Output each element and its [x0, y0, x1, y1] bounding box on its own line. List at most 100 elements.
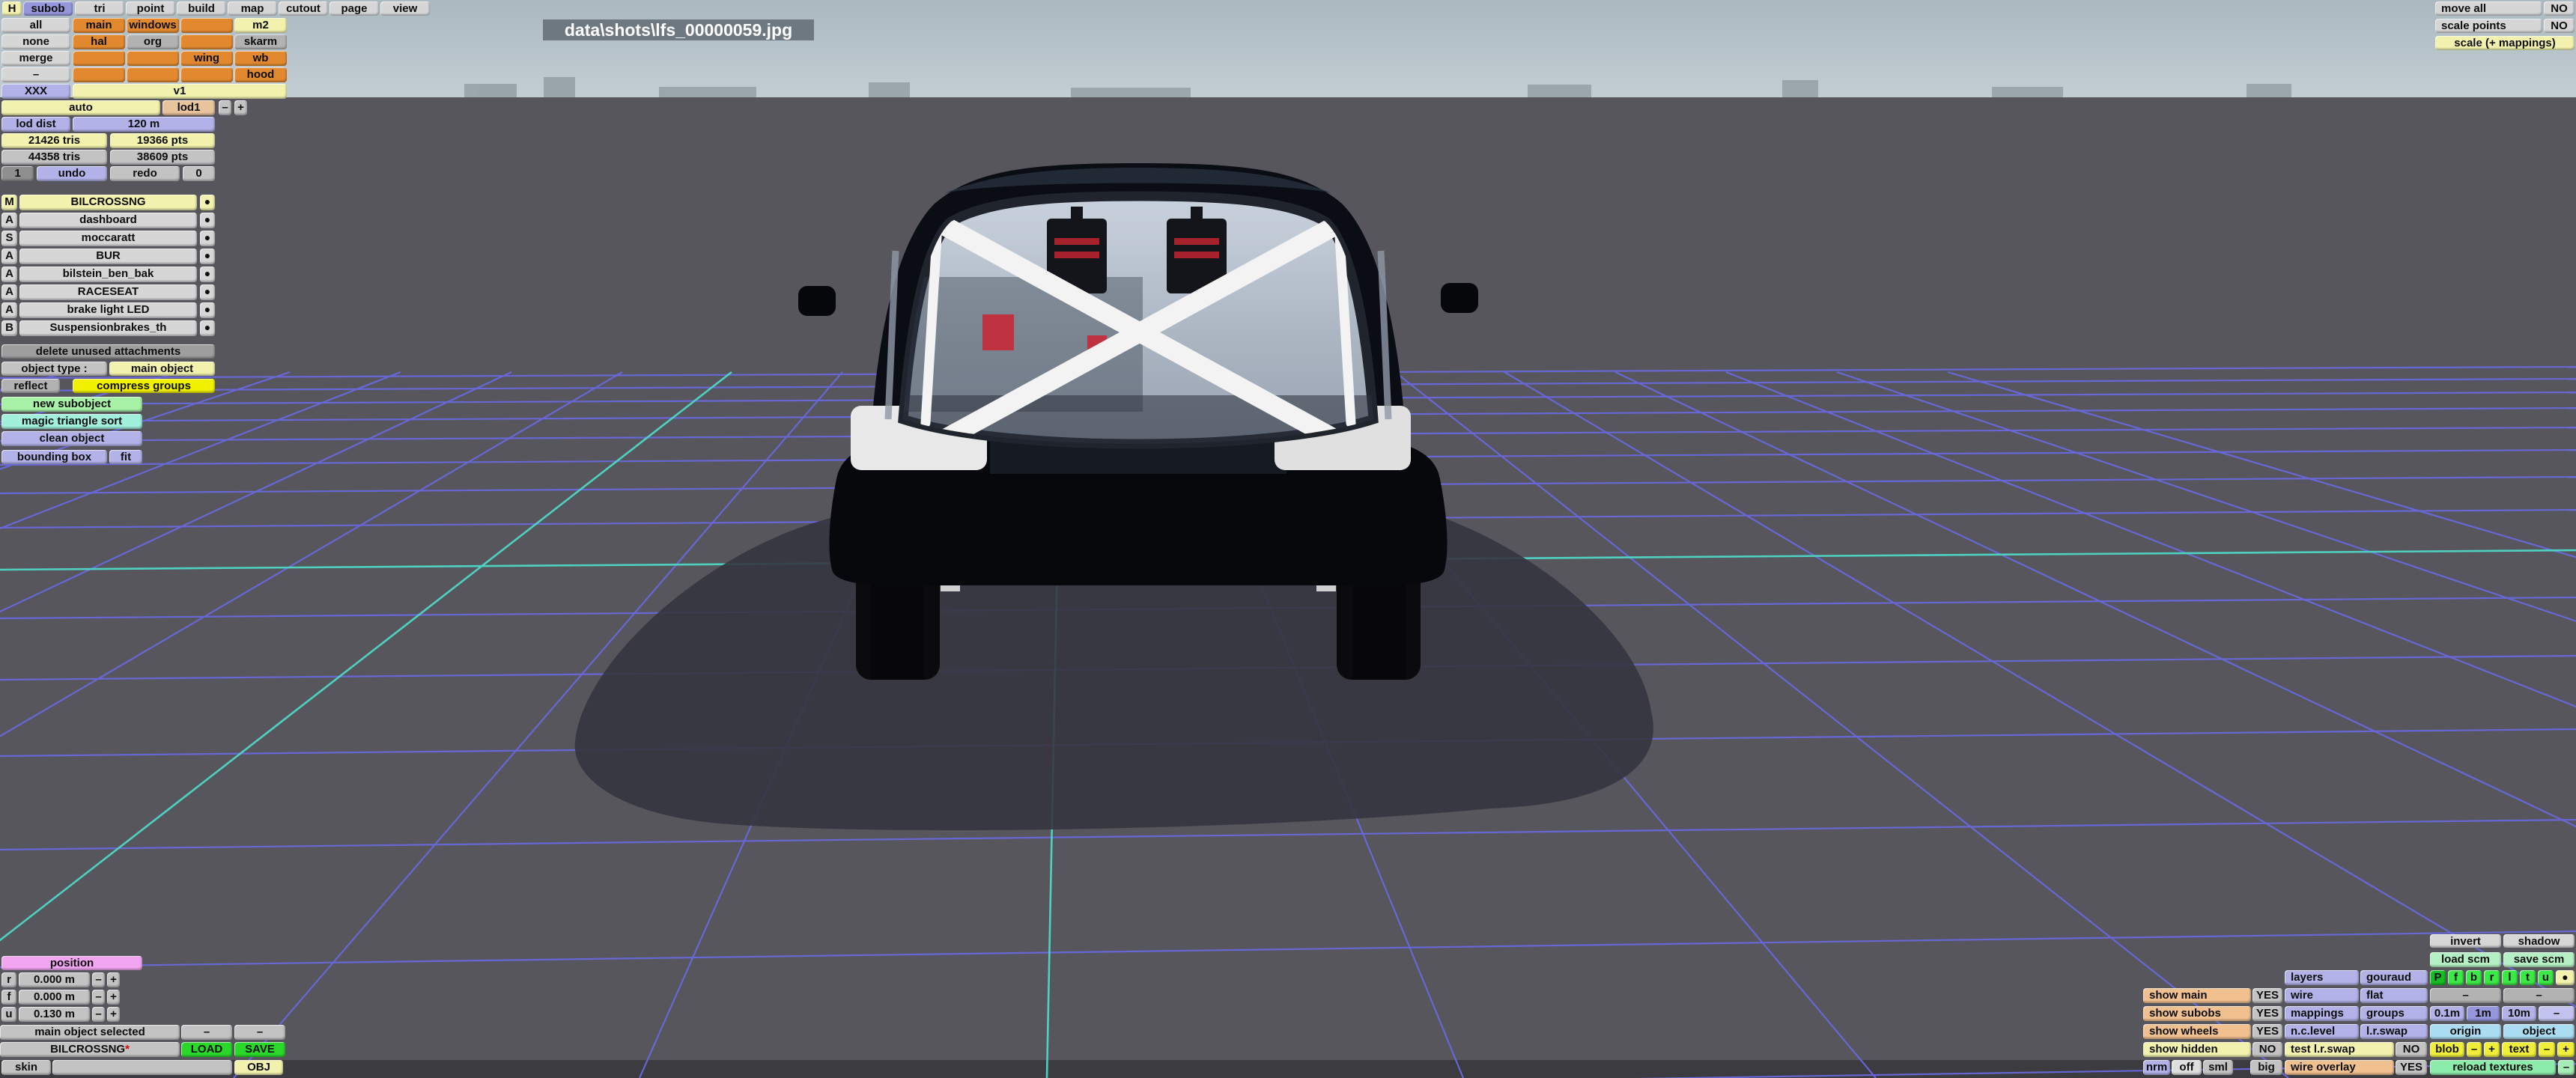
object-flag[interactable]: A	[1, 284, 17, 300]
group-empty-slot[interactable]	[127, 51, 179, 66]
object-visibility-dot[interactable]: ●	[200, 249, 215, 264]
reflect-button[interactable]: reflect	[1, 379, 60, 393]
xxx-button[interactable]: XXX	[1, 84, 70, 99]
dash-button[interactable]: –	[1, 67, 70, 82]
merge-button[interactable]: merge	[1, 51, 70, 66]
proj-p-button[interactable]: P	[2430, 970, 2446, 985]
object-visibility-dot[interactable]: ●	[200, 302, 215, 318]
object-row[interactable]: bilstein_ben_bak	[19, 267, 197, 282]
grid-dash-button[interactable]: –	[2539, 1006, 2575, 1021]
object-flag[interactable]: B	[1, 320, 17, 336]
version-v1-button[interactable]: v1	[73, 84, 287, 99]
axis-u-value[interactable]: 0.130 m	[19, 1007, 90, 1022]
blob-button[interactable]: blob	[2430, 1042, 2464, 1057]
grid-10m-button[interactable]: 10m	[2502, 1006, 2536, 1021]
show-wheels-button[interactable]: show wheels	[2143, 1024, 2251, 1039]
magic-triangle-sort-button[interactable]: magic triangle sort	[1, 414, 142, 429]
compress-groups-button[interactable]: compress groups	[73, 379, 215, 393]
group-empty-slot[interactable]	[127, 67, 179, 82]
object-flag[interactable]: A	[1, 267, 17, 282]
undo-button[interactable]: undo	[37, 166, 107, 181]
select-all-button[interactable]: all	[1, 18, 70, 33]
shadow-button[interactable]: shadow	[2503, 934, 2575, 948]
lod-dist-value[interactable]: 120 m	[73, 117, 215, 132]
redo-button[interactable]: redo	[110, 166, 180, 181]
show-main-button[interactable]: show main	[2143, 988, 2251, 1003]
menu-h-button[interactable]: H	[2, 1, 22, 16]
scale-mappings-button[interactable]: scale (+ mappings)	[2435, 36, 2575, 50]
object-visibility-dot[interactable]: ●	[200, 213, 215, 228]
skin-label[interactable]: skin	[1, 1060, 51, 1075]
axis-f-value[interactable]: 0.000 m	[19, 990, 90, 1005]
obj-export-button[interactable]: OBJ	[234, 1060, 283, 1075]
tab-tri[interactable]: tri	[75, 1, 124, 16]
proj-r-button[interactable]: r	[2484, 970, 2500, 985]
load-button[interactable]: LOAD	[181, 1042, 232, 1057]
show-main-value[interactable]: YES	[2253, 988, 2282, 1003]
groups-button[interactable]: groups	[2360, 1006, 2428, 1021]
group-hal-button[interactable]: hal	[73, 34, 125, 49]
object-visibility-dot[interactable]: ●	[200, 267, 215, 282]
group-empty-slot[interactable]	[180, 34, 233, 49]
nrm-big-button[interactable]: big	[2250, 1060, 2282, 1075]
object-row[interactable]: brake light LED	[19, 302, 197, 318]
save-button[interactable]: SAVE	[234, 1042, 285, 1057]
blob-plus-button[interactable]: +	[2484, 1042, 2500, 1057]
group-wing-button[interactable]: wing	[180, 51, 233, 66]
lod1-button[interactable]: lod1	[162, 100, 215, 115]
axis-u-plus-button[interactable]: +	[107, 1007, 120, 1022]
lr-swap-button[interactable]: l.r.swap	[2360, 1024, 2428, 1039]
object-visibility-dot[interactable]: ●	[200, 231, 215, 246]
proj-l-button[interactable]: l	[2502, 970, 2518, 985]
group-empty-slot[interactable]	[180, 18, 233, 33]
nrm-button[interactable]: nrm	[2143, 1060, 2170, 1075]
selection-minus-button[interactable]: –	[234, 1025, 285, 1040]
grid-1m-button[interactable]: 1m	[2467, 1006, 2500, 1021]
axis-r-plus-button[interactable]: +	[107, 972, 120, 987]
mappings-layer-button[interactable]: mappings	[2285, 1006, 2359, 1021]
axis-r-minus-button[interactable]: –	[92, 972, 105, 987]
wire-overlay-value[interactable]: YES	[2396, 1060, 2427, 1075]
move-all-value[interactable]: NO	[2544, 1, 2575, 16]
tab-build[interactable]: build	[177, 1, 226, 16]
object-row-selected[interactable]: BILCROSSNG	[19, 195, 197, 210]
wire-dash-button[interactable]: –	[2503, 988, 2575, 1003]
group-wb-button[interactable]: wb	[234, 51, 287, 66]
object-row[interactable]: RACESEAT	[19, 284, 197, 300]
model-name-field[interactable]: BILCROSSNG*	[0, 1042, 180, 1057]
group-org-button[interactable]: org	[127, 34, 179, 49]
group-main-button[interactable]: main	[73, 18, 125, 33]
grid-0-1m-button[interactable]: 0.1m	[2430, 1006, 2464, 1021]
axis-r-value[interactable]: 0.000 m	[19, 972, 90, 987]
object-button[interactable]: object	[2503, 1024, 2575, 1039]
test-lr-swap-value[interactable]: NO	[2396, 1042, 2427, 1057]
show-hidden-button[interactable]: show hidden	[2143, 1042, 2251, 1057]
show-hidden-value[interactable]: NO	[2253, 1042, 2282, 1057]
proj-u-button[interactable]: u	[2538, 970, 2554, 985]
group-hood-button[interactable]: hood	[234, 67, 287, 82]
wire-layer-button[interactable]: wire	[2285, 988, 2359, 1003]
text-minus-button[interactable]: –	[2539, 1042, 2555, 1057]
object-visibility-dot[interactable]: ●	[200, 195, 215, 210]
object-row[interactable]: dashboard	[19, 213, 197, 228]
bounding-box-button[interactable]: bounding box	[1, 450, 107, 464]
text-plus-button[interactable]: +	[2557, 1042, 2575, 1057]
select-none-button[interactable]: none	[1, 34, 70, 49]
origin-button[interactable]: origin	[2430, 1024, 2501, 1039]
text-button[interactable]: text	[2502, 1042, 2536, 1057]
nc-level-button[interactable]: n.c.level	[2285, 1024, 2359, 1039]
tab-map[interactable]: map	[228, 1, 277, 16]
group-m2-button[interactable]: m2	[234, 18, 287, 33]
nrm-off-button[interactable]: off	[2172, 1060, 2202, 1075]
proj-dot-button[interactable]: ●	[2556, 970, 2575, 985]
viewport-3d[interactable]	[0, 0, 2576, 1078]
clean-object-button[interactable]: clean object	[1, 431, 142, 446]
axis-u-minus-button[interactable]: –	[92, 1007, 105, 1022]
show-subobs-value[interactable]: YES	[2253, 1006, 2282, 1021]
show-subobs-button[interactable]: show subobs	[2143, 1006, 2251, 1021]
scale-points-button[interactable]: scale points	[2435, 19, 2542, 33]
group-empty-slot[interactable]	[73, 51, 125, 66]
object-row[interactable]: Suspensionbrakes_th	[19, 320, 197, 336]
object-flag[interactable]: A	[1, 302, 17, 318]
new-subobject-button[interactable]: new subobject	[1, 397, 142, 412]
